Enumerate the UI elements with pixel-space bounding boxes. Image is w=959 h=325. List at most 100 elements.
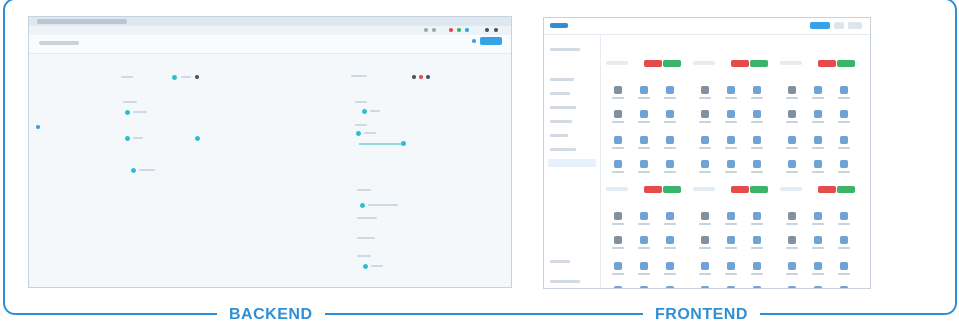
status-badge[interactable] [663,60,681,67]
chart-icon[interactable] [727,110,735,118]
save-button[interactable] [480,37,502,45]
user-icon[interactable] [727,86,735,94]
document-icon[interactable] [814,160,822,168]
module-card[interactable] [780,58,866,178]
sidebar-item[interactable] [550,92,570,95]
chart-icon[interactable] [666,212,674,220]
calendar-icon[interactable] [788,160,796,168]
document-icon[interactable] [753,262,761,270]
document-icon[interactable] [640,286,648,288]
workflow-node-icon[interactable] [195,136,200,141]
workflow-node-icon[interactable] [363,264,368,269]
sidebar-item[interactable] [550,48,580,51]
menu-icon[interactable] [485,28,489,32]
chart-icon[interactable] [840,86,848,94]
workflow-node-icon[interactable] [172,75,177,80]
calendar-icon[interactable] [640,262,648,270]
document-icon[interactable] [753,136,761,144]
calendar-icon[interactable] [727,262,735,270]
chart-icon[interactable] [727,236,735,244]
status-badge[interactable] [837,186,855,193]
document-icon[interactable] [727,286,735,288]
chart-icon[interactable] [666,86,674,94]
chart-icon[interactable] [788,136,796,144]
extension-icon[interactable] [424,28,428,32]
chart-icon[interactable] [814,236,822,244]
dashboard-icon[interactable] [614,86,622,94]
dashboard-icon[interactable] [666,286,674,288]
calendar-icon[interactable] [840,236,848,244]
sidebar-item[interactable] [550,78,574,81]
user-icon[interactable] [727,212,735,220]
calendar-icon[interactable] [727,136,735,144]
dashboard-icon[interactable] [666,160,674,168]
calendar-icon[interactable] [701,286,709,288]
module-card[interactable] [780,184,866,288]
workflow-node-icon[interactable] [360,203,365,208]
user-icon[interactable] [640,212,648,220]
dashboard-icon[interactable] [753,160,761,168]
document-icon[interactable] [840,136,848,144]
document-icon[interactable] [666,136,674,144]
user-icon[interactable] [788,236,796,244]
workflow-node-icon[interactable] [125,110,130,115]
user-icon[interactable] [701,110,709,118]
browser-tabs[interactable] [37,19,127,24]
calendar-icon[interactable] [753,110,761,118]
user-icon[interactable] [814,86,822,94]
dashboard-icon[interactable] [840,160,848,168]
workflow-node-icon[interactable] [362,109,367,114]
status-badge[interactable] [818,60,836,67]
workflow-node-icon[interactable] [401,141,406,146]
chart-icon[interactable] [753,212,761,220]
dashboard-icon[interactable] [614,212,622,220]
calendar-icon[interactable] [614,286,622,288]
chart-icon[interactable] [701,136,709,144]
sidebar-item-active[interactable] [548,159,596,167]
extension-icon[interactable] [465,28,469,32]
chart-icon[interactable] [840,212,848,220]
settings-icon[interactable] [195,75,199,79]
status-badge[interactable] [750,186,768,193]
dashboard-icon[interactable] [701,86,709,94]
dashboard-icon[interactable] [840,286,848,288]
extension-icon[interactable] [432,28,436,32]
extension-icon[interactable] [457,28,461,32]
workflow-node-icon[interactable] [131,168,136,173]
sidebar-item[interactable] [550,260,570,263]
chart-icon[interactable] [640,236,648,244]
module-card[interactable] [606,184,692,288]
user-icon[interactable] [614,236,622,244]
delete-icon[interactable] [419,75,423,79]
user-icon[interactable] [814,212,822,220]
calendar-icon[interactable] [666,236,674,244]
dashboard-icon[interactable] [788,86,796,94]
status-badge[interactable] [644,60,662,67]
chart-icon[interactable] [814,110,822,118]
status-badge[interactable] [837,60,855,67]
calendar-icon[interactable] [701,160,709,168]
calendar-icon[interactable] [840,110,848,118]
calendar-icon[interactable] [788,286,796,288]
dashboard-icon[interactable] [753,286,761,288]
calendar-icon[interactable] [640,136,648,144]
module-card[interactable] [606,58,692,178]
status-badge[interactable] [663,186,681,193]
module-card[interactable] [693,58,779,178]
document-icon[interactable] [640,160,648,168]
chart-icon[interactable] [753,86,761,94]
chart-icon[interactable] [788,262,796,270]
document-icon[interactable] [727,160,735,168]
calendar-icon[interactable] [814,262,822,270]
status-badge[interactable] [750,60,768,67]
profile-icon[interactable] [494,28,498,32]
more-icon[interactable] [426,75,430,79]
user-icon[interactable] [701,236,709,244]
user-menu-button[interactable] [848,22,862,29]
sidebar-item[interactable] [550,106,576,109]
sidebar-item[interactable] [550,148,576,151]
user-icon[interactable] [640,86,648,94]
sidebar-item[interactable] [550,134,568,137]
chart-icon[interactable] [614,136,622,144]
module-card[interactable] [693,184,779,288]
